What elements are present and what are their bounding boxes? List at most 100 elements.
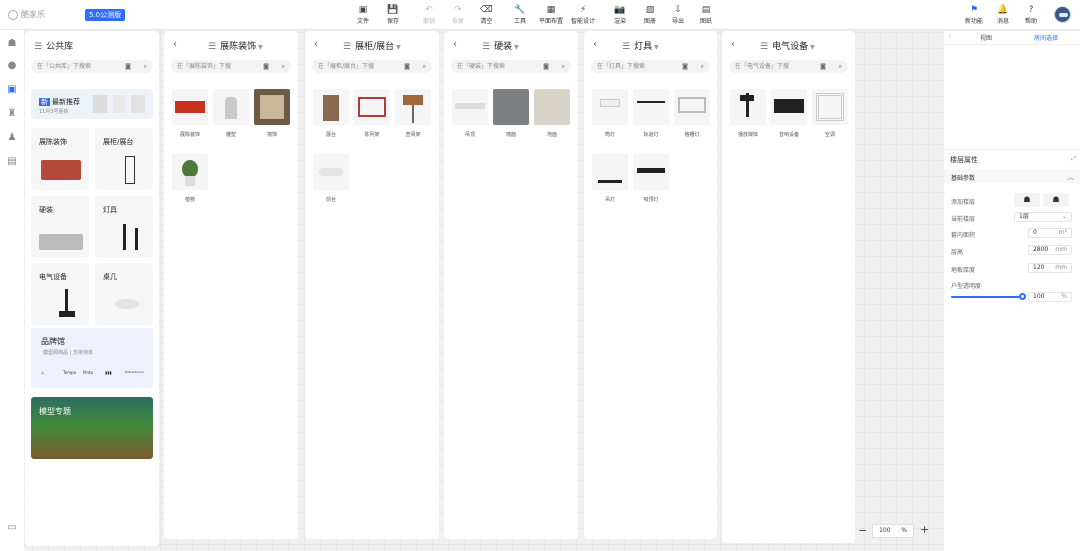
panel-search-input[interactable]: 在「展陈装饰」下搜 ◙ ⌕	[171, 60, 291, 73]
model-item[interactable]: 陈列架	[354, 89, 390, 138]
add-floor-above-button[interactable]: ☗	[1014, 193, 1040, 207]
panel-search-input[interactable]: 在「硬装」下搜索 ◙ ⌕	[451, 60, 571, 73]
model-topic-banner[interactable]: 模型专题	[31, 397, 153, 459]
model-item[interactable]: 雕塑	[213, 89, 249, 138]
back-icon[interactable]: ‹	[593, 39, 597, 50]
category-card[interactable]: 电气设备	[31, 263, 89, 325]
model-item[interactable]: 吊灯	[592, 154, 628, 203]
tools-button[interactable]: 🔧 工具	[514, 4, 526, 25]
opacity-slider-handle[interactable]	[1019, 293, 1026, 300]
search-icon[interactable]: ⌕	[423, 60, 426, 73]
model-item[interactable]: 格栅灯	[674, 89, 710, 138]
model-item[interactable]: 轨道灯	[633, 89, 669, 138]
library-search-input[interactable]: 在「公共库」下搜索 ◙ ⌕	[31, 60, 153, 73]
product-thumb	[93, 95, 107, 113]
store-icon[interactable]: ♜	[5, 108, 19, 120]
model-thumb	[592, 154, 628, 190]
model-item[interactable]: 地面	[534, 89, 570, 138]
library-icon[interactable]: ▣	[5, 84, 19, 96]
category-card[interactable]: 灯具	[95, 196, 153, 258]
panel-toggle-icon[interactable]: ⁞	[949, 33, 951, 40]
model-item[interactable]: 查阅架	[395, 89, 431, 138]
opacity-field[interactable]: 100%	[1028, 292, 1072, 302]
panel-search-input[interactable]: 在「电气设备」下搜 ◙ ⌕	[729, 60, 848, 73]
model-item[interactable]: 空调	[812, 89, 848, 138]
walls-icon[interactable]: ☗	[5, 38, 19, 50]
clear-button[interactable]: ⌫ 清空	[480, 4, 493, 25]
camera-search-icon[interactable]: ◙	[263, 60, 269, 73]
category-card[interactable]: 展柜/展台	[95, 128, 153, 190]
camera-search-icon[interactable]: ◙	[125, 60, 131, 73]
zoom-out-button[interactable]: −	[858, 524, 867, 537]
lightbulb-icon[interactable]: ●	[5, 60, 19, 72]
user-icon[interactable]: ♟	[5, 132, 19, 144]
category-card[interactable]: 硬装	[31, 196, 89, 258]
save-button[interactable]: 💾 保存	[387, 4, 399, 25]
camera-search-icon[interactable]: ◙	[820, 60, 826, 73]
model-item[interactable]: 筒灯	[592, 89, 628, 138]
box-icon[interactable]: ▤	[5, 156, 19, 168]
undo-button[interactable]: ↶ 撤销	[423, 4, 435, 25]
camera-icon: 📷	[614, 5, 626, 15]
search-icon[interactable]: ⌕	[144, 60, 147, 73]
opacity-slider[interactable]	[951, 296, 1023, 298]
back-icon[interactable]: ‹	[173, 39, 177, 50]
latest-banner[interactable]: 新最新推荐 11月3号更新	[31, 89, 153, 119]
tab-room-selection[interactable]: 房间选择	[1034, 33, 1058, 42]
redo-button[interactable]: ↷ 恢复	[452, 4, 464, 25]
back-icon[interactable]: ‹	[453, 39, 457, 50]
camera-search-icon[interactable]: ◙	[682, 60, 688, 73]
model-item[interactable]: 吸顶灯	[633, 154, 669, 203]
model-item[interactable]: 墙面	[493, 89, 529, 138]
back-icon[interactable]: ‹	[731, 39, 735, 50]
model-item[interactable]: 音响设备	[771, 89, 807, 138]
smart-design-button[interactable]: ⚡ 智能设计	[571, 4, 595, 25]
app-logo[interactable]: 酷家乐	[8, 9, 45, 20]
model-item[interactable]: 展台	[313, 89, 349, 138]
export-button[interactable]: ⇩ 导出	[672, 4, 684, 25]
search-icon[interactable]: ⌕	[562, 60, 565, 73]
floor-thickness-field[interactable]: 120 mm	[1028, 263, 1072, 273]
new-features-button[interactable]: ⚑ 新功能	[965, 4, 983, 25]
model-item[interactable]: 播放媒体	[730, 89, 766, 138]
panel-title[interactable]: ☰ 电气设备 ▼	[760, 39, 815, 52]
panel-title[interactable]: ☰ 展柜/展台 ▼	[343, 39, 401, 52]
file-button[interactable]: ▣ 文件	[357, 4, 369, 25]
brand-hall-card[interactable]: 品牌馆 模型即商品 | 支持询单 ⊥ Tempo Pinto ▮▮▮ bidir…	[31, 328, 153, 388]
drawings-button[interactable]: ▤ 图纸	[700, 4, 712, 25]
tab-view[interactable]: 视图	[980, 33, 992, 42]
current-floor-select[interactable]: 1层 ⌄	[1014, 212, 1072, 222]
floor-height-field[interactable]: 2800 mm	[1028, 245, 1072, 255]
model-item[interactable]: 吊顶	[452, 89, 488, 138]
model-item[interactable]: 前台	[313, 154, 349, 203]
camera-search-icon[interactable]: ◙	[404, 60, 410, 73]
category-card[interactable]: 桌几	[95, 263, 153, 325]
messages-button[interactable]: 🔔 消息	[997, 4, 1009, 25]
expand-icon[interactable]: ⤢	[1071, 155, 1076, 163]
panel-title[interactable]: ☰ 硬装 ▼	[482, 39, 519, 52]
panel-search-input[interactable]: 在「灯具」下搜索 ◙ ⌕	[591, 60, 710, 73]
panel-title[interactable]: ☰ 展陈装饰 ▼	[208, 39, 263, 52]
panel-title[interactable]: ☰ 灯具 ▼	[622, 39, 659, 52]
zoom-in-button[interactable]: +	[920, 523, 929, 536]
panel-search-input[interactable]: 在「展柜/展台」下搜 ◙ ⌕	[312, 60, 432, 73]
help-button[interactable]: ? 帮助	[1025, 4, 1037, 25]
model-item[interactable]: 展陈装饰	[172, 89, 208, 138]
zoom-input[interactable]: 100%	[872, 524, 914, 538]
gallery-button[interactable]: ▧ 图册	[644, 4, 656, 25]
search-icon[interactable]: ⌕	[282, 60, 285, 73]
model-item[interactable]: 植物	[172, 154, 208, 203]
avatar[interactable]	[1054, 6, 1071, 23]
area-field[interactable]: 0 m²	[1028, 228, 1072, 238]
chevron-up-icon[interactable]: ︿	[1067, 172, 1074, 182]
add-floor-below-button[interactable]: ☗	[1043, 193, 1069, 207]
category-card[interactable]: 展陈装饰	[31, 128, 89, 190]
keyboard-icon[interactable]: ▭	[5, 522, 19, 534]
model-item[interactable]: 墙饰	[254, 89, 290, 138]
render-button[interactable]: 📷 渲染	[614, 4, 626, 25]
search-icon[interactable]: ⌕	[701, 60, 704, 73]
camera-search-icon[interactable]: ◙	[543, 60, 549, 73]
search-icon[interactable]: ⌕	[839, 60, 842, 73]
back-icon[interactable]: ‹	[314, 39, 318, 50]
floorplan-button[interactable]: ▦ 平面布置	[539, 4, 563, 25]
